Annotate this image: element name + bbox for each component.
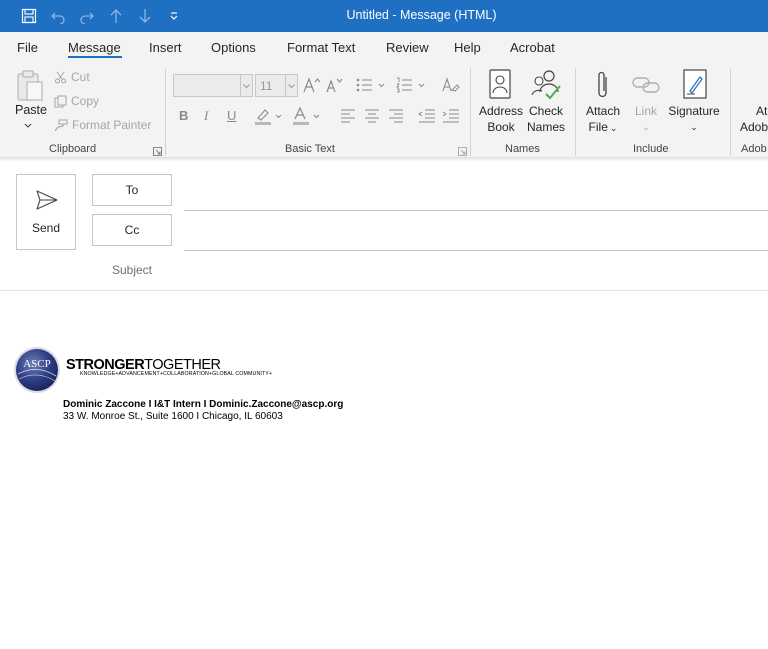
tab-message[interactable]: Message [68, 40, 121, 55]
clipboard-group-label: Clipboard [49, 143, 97, 155]
tab-options[interactable]: Options [211, 40, 256, 55]
chevron-down-icon: ⌄ [609, 123, 618, 133]
check-names-label-2: Names [526, 120, 565, 134]
tab-help[interactable]: Help [454, 40, 481, 55]
ascp-logo: ASCP [14, 347, 60, 393]
check-names-icon[interactable] [530, 68, 562, 100]
format-painter-button[interactable]: Format Painter [54, 115, 151, 135]
chevron-down-icon: ⌄ [690, 122, 698, 132]
decrease-indent-icon[interactable] [418, 108, 436, 124]
paperclip-icon[interactable] [592, 68, 614, 102]
signature-label: Signature [668, 104, 720, 118]
italic-button[interactable]: I [204, 108, 208, 124]
tab-file[interactable]: File [17, 40, 38, 55]
ribbon: Paste Cut Copy Format Painter Clipboard … [0, 62, 768, 158]
chevron-down-icon: ⌄ [642, 122, 650, 132]
active-tab-indicator [68, 56, 122, 58]
copy-label: Copy [71, 94, 100, 108]
clear-formatting-icon[interactable] [442, 75, 460, 95]
group-separator [575, 68, 576, 156]
to-button[interactable]: To [92, 174, 172, 206]
include-group-label: Include [633, 143, 669, 155]
attach-file-button[interactable]: Attach File ⌄ [582, 103, 624, 136]
tab-insert[interactable]: Insert [149, 40, 182, 55]
font-size-value: 11 [260, 79, 273, 93]
title-bar: Untitled - Message (HTML) [0, 0, 768, 32]
scissors-icon [55, 71, 66, 83]
format-painter-label: Format Painter [72, 118, 152, 132]
window-title: Untitled - Message (HTML) [346, 8, 497, 22]
adobe-label-1: At [756, 104, 768, 118]
to-field[interactable] [190, 182, 760, 202]
link-label: Link [634, 104, 657, 118]
ribbon-tabs: File Message Insert Options Format Text … [0, 32, 768, 62]
bullets-icon[interactable] [356, 76, 386, 94]
check-names-button[interactable]: Check Names [524, 103, 568, 135]
address-book-label-2: Book [487, 120, 515, 134]
subject-field[interactable] [190, 262, 760, 282]
chevron-down-icon[interactable] [23, 121, 33, 129]
adobe-label-2: Adob [740, 120, 768, 134]
shrink-font-icon[interactable] [326, 75, 344, 95]
signature-icon[interactable] [680, 68, 710, 100]
dialog-launcher-icon[interactable] [458, 145, 467, 156]
copy-icon [54, 95, 67, 107]
adobe-button[interactable]: At Adob [740, 103, 768, 135]
align-center-icon[interactable] [364, 108, 380, 124]
subject-label: Subject [111, 263, 153, 277]
address-book-icon[interactable] [486, 68, 514, 100]
paste-icon[interactable] [14, 68, 46, 104]
group-separator [470, 68, 471, 156]
font-name-combo[interactable] [173, 74, 253, 97]
cut-button[interactable]: Cut [54, 67, 90, 87]
link-button[interactable]: Link ⌄ [630, 103, 662, 135]
group-separator [165, 68, 166, 156]
cc-field[interactable] [190, 222, 760, 242]
font-size-combo[interactable]: 11 [255, 74, 298, 97]
cut-label: Cut [71, 70, 90, 84]
link-icon[interactable] [630, 72, 662, 98]
tab-review[interactable]: Review [386, 40, 429, 55]
svg-text:ASCP: ASCP [23, 358, 51, 370]
cc-button[interactable]: Cc [92, 214, 172, 246]
signature-button[interactable]: Signature ⌄ [667, 103, 721, 135]
ribbon-shadow [0, 158, 768, 162]
grow-font-icon[interactable] [303, 75, 321, 95]
to-field-underline [184, 210, 768, 211]
paste-button[interactable]: Paste [15, 103, 47, 117]
dialog-launcher-icon[interactable] [153, 145, 162, 156]
signature-tagline: KNOWLEDGE+ADVANCEMENT+COLLABORATION+GLOB… [80, 371, 273, 377]
send-icon [36, 189, 58, 211]
message-body[interactable] [0, 291, 768, 649]
numbering-icon[interactable] [396, 76, 426, 94]
basic-text-group-label: Basic Text [285, 143, 335, 155]
highlight-icon[interactable] [254, 106, 286, 126]
underline-button[interactable]: U [227, 108, 236, 123]
send-label: Send [31, 221, 61, 235]
check-names-label-1: Check [528, 104, 563, 118]
align-right-icon[interactable] [388, 108, 404, 124]
attach-file-label-2: File [588, 120, 608, 134]
adobe-group-label: Adob [741, 143, 767, 155]
increase-indent-icon[interactable] [442, 108, 460, 124]
align-left-icon[interactable] [340, 108, 356, 124]
signature-contact-line: Dominic Zaccone I I&T Intern I Dominic.Z… [63, 399, 344, 410]
address-book-label-1: Address [478, 104, 524, 118]
send-button[interactable]: Send [16, 174, 76, 250]
attach-file-label-1: Attach [585, 104, 621, 118]
cc-field-underline [184, 250, 768, 251]
group-separator [730, 68, 731, 156]
tab-acrobat[interactable]: Acrobat [510, 40, 555, 55]
tab-format-text[interactable]: Format Text [287, 40, 355, 55]
paintbrush-icon [54, 119, 68, 131]
signature-address-line: 33 W. Monroe St., Suite 1600 I Chicago, … [63, 411, 283, 422]
chevron-down-icon[interactable] [240, 75, 252, 96]
copy-button[interactable]: Copy [54, 91, 99, 111]
address-book-button[interactable]: Address Book [478, 103, 524, 135]
font-color-icon[interactable] [292, 106, 324, 126]
names-group-label: Names [505, 143, 540, 155]
chevron-down-icon[interactable] [285, 75, 297, 96]
bold-button[interactable]: B [179, 108, 188, 123]
